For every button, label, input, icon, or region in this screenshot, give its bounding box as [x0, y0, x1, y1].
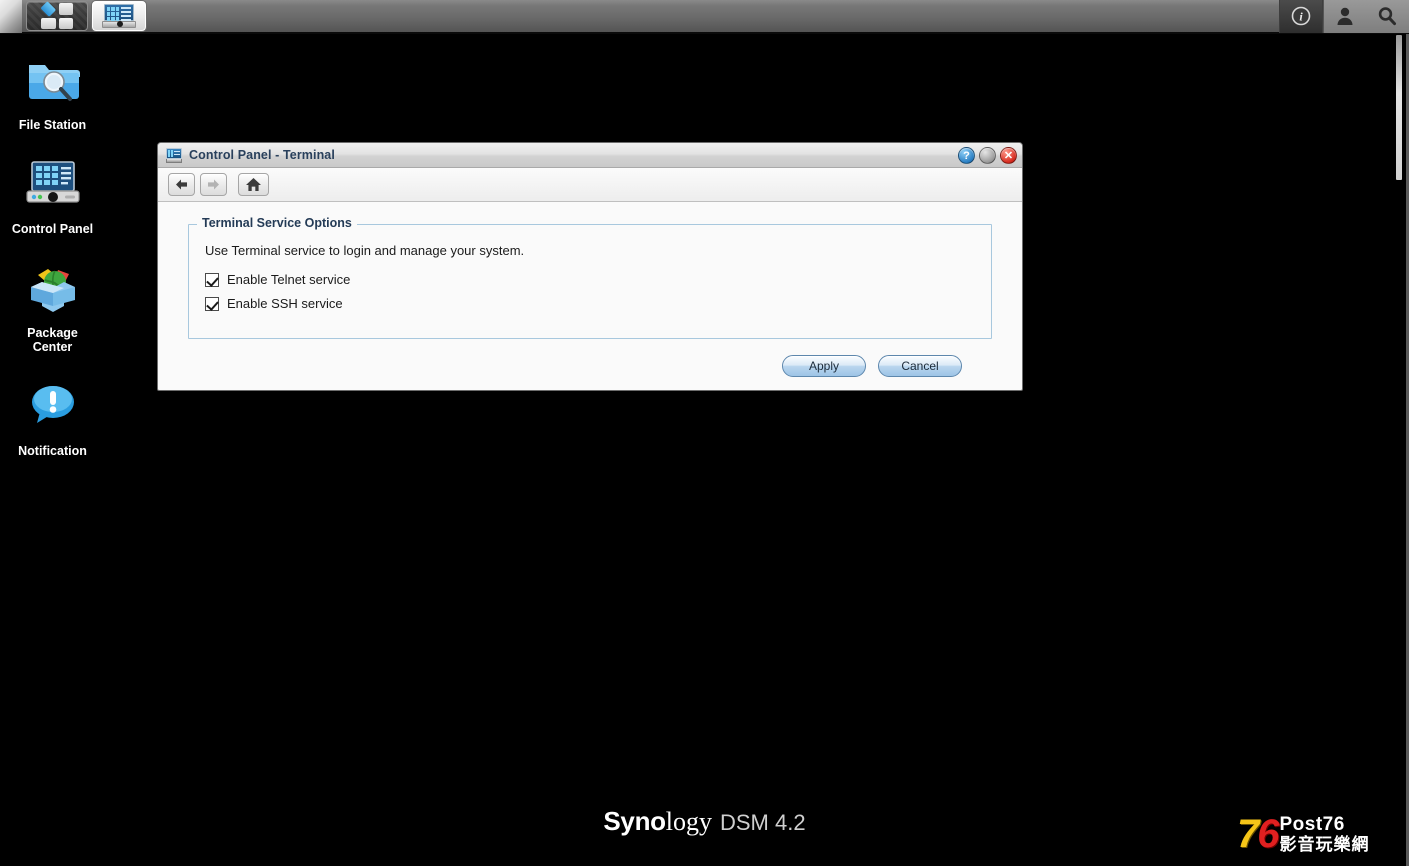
window-titlebar[interactable]: Control Panel - Terminal ? ✕: [158, 143, 1022, 168]
taskbar-user-area: [1323, 0, 1409, 33]
enable-ssh-checkbox[interactable]: [205, 296, 219, 311]
watermark-seven: 7: [1237, 812, 1259, 856]
minimize-button[interactable]: [979, 147, 996, 164]
synology-brand-footer: Synology DSM 4.2: [0, 806, 1409, 837]
watermark-chinese: 影音玩樂網: [1279, 835, 1370, 854]
desktop-icon-label-line1: Package: [27, 326, 78, 340]
folder-magnifier-icon: [0, 50, 105, 110]
desktop-icon-notification[interactable]: Notification: [0, 366, 105, 458]
post76-watermark: 76 Post76 影音玩樂網: [1237, 808, 1401, 860]
taskbar-main-menu-button[interactable]: [26, 1, 88, 31]
taskbar-info-button[interactable]: i: [1279, 0, 1323, 33]
window-button-row: Apply Cancel: [188, 339, 992, 377]
help-button[interactable]: ?: [958, 147, 975, 164]
watermark-76-logo: 76: [1237, 812, 1280, 856]
window-controls: ? ✕: [958, 147, 1017, 164]
home-button[interactable]: [238, 173, 269, 196]
control-panel-icon: [166, 147, 182, 163]
checkbox-row-ssh[interactable]: Enable SSH service: [205, 296, 977, 311]
taskbar-item-control-panel[interactable]: [92, 1, 146, 31]
user-person-icon: [1337, 7, 1353, 25]
desktop: i File Station Control Panel Package Cen…: [0, 0, 1409, 866]
window-toolbar: [158, 168, 1022, 202]
fieldset-description: Use Terminal service to login and manage…: [205, 243, 525, 258]
taskbar-user-button[interactable]: [1336, 6, 1354, 26]
desktop-icon-list: File Station Control Panel Package Cente…: [0, 40, 105, 470]
grid-squares-icon: [40, 1, 73, 29]
desktop-icon-label-line2: Center: [32, 340, 73, 354]
watermark-six: 6: [1257, 812, 1279, 856]
window-title: Control Panel - Terminal: [189, 148, 335, 162]
control-panel-icon: [0, 154, 105, 214]
speech-bubble-exclamation-icon: [0, 376, 105, 436]
search-magnifier-icon: [1379, 7, 1397, 26]
info-circle-icon: i: [1291, 6, 1311, 26]
cancel-button[interactable]: Cancel: [878, 355, 962, 377]
back-button[interactable]: [168, 173, 195, 196]
home-icon: [246, 178, 261, 191]
desktop-icon-label: Notification: [18, 444, 87, 458]
desktop-icon-control-panel[interactable]: Control Panel: [0, 144, 105, 236]
desktop-icon-file-station[interactable]: File Station: [0, 40, 105, 132]
terminal-service-options-fieldset: Terminal Service Options Use Terminal se…: [188, 216, 992, 339]
product-version: DSM 4.2: [720, 810, 806, 835]
taskbar: i: [0, 0, 1409, 34]
window-body: Terminal Service Options Use Terminal se…: [158, 202, 1022, 377]
brand-syno: Syno: [603, 806, 666, 836]
watermark-post76: Post76: [1279, 814, 1345, 835]
taskbar-search-button[interactable]: [1377, 6, 1397, 26]
watermark-text: Post76 影音玩樂網: [1280, 815, 1370, 853]
enable-telnet-checkbox[interactable]: [205, 272, 219, 287]
forward-button[interactable]: [200, 173, 227, 196]
enable-telnet-label: Enable Telnet service: [227, 272, 351, 287]
brand-logy: logy: [665, 807, 712, 836]
desktop-icon-package-center[interactable]: Package Center: [0, 248, 105, 354]
control-panel-icon: [102, 4, 136, 28]
enable-ssh-label: Enable SSH service: [227, 296, 343, 311]
fieldset-legend: Terminal Service Options: [197, 216, 357, 230]
checkbox-row-telnet[interactable]: Enable Telnet service: [205, 272, 977, 287]
desktop-icon-label: Package Center: [0, 326, 105, 354]
close-button[interactable]: ✕: [1000, 147, 1017, 164]
arrow-right-icon: [208, 179, 219, 190]
apply-button[interactable]: Apply: [782, 355, 866, 377]
package-box-globe-icon: [0, 258, 105, 318]
taskbar-left-edge: [0, 0, 22, 33]
arrow-left-icon: [176, 179, 187, 190]
vertical-scrollbar-thumb[interactable]: [1396, 35, 1402, 180]
desktop-icon-label: File Station: [18, 118, 87, 132]
desktop-icon-label: Control Panel: [11, 222, 94, 236]
control-panel-terminal-window: Control Panel - Terminal ? ✕ Terminal Se…: [157, 142, 1023, 391]
